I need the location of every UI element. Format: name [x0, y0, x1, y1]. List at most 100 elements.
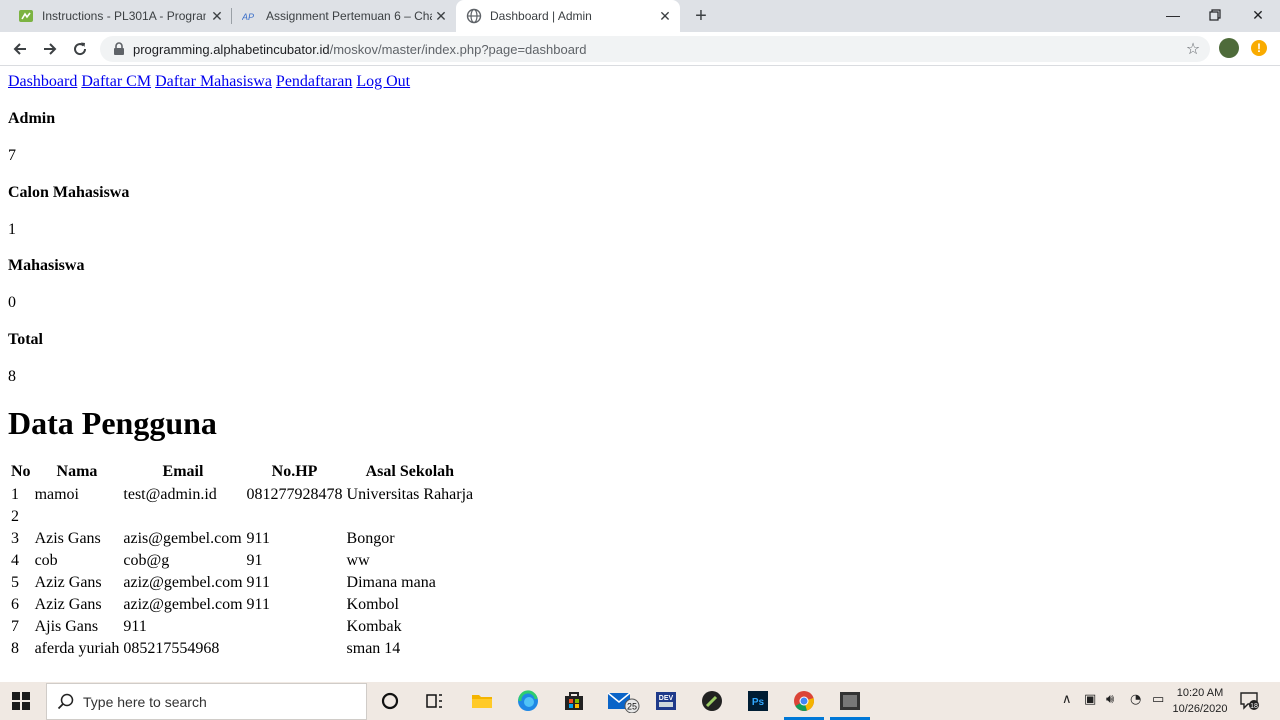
- cell-asal-sekolah: sman 14: [346, 639, 401, 657]
- task-view-icon[interactable]: [422, 689, 446, 713]
- cell-asal-sekolah: Dimana mana: [346, 573, 436, 591]
- users-table: No Nama Email No.HP Asal Sekolah 1 mamoi…: [8, 460, 476, 661]
- tab-dashboard-admin[interactable]: Dashboard | Admin ✕: [456, 0, 680, 32]
- edge-browser-icon[interactable]: [516, 689, 540, 713]
- table-row: 6 Aziz Gans aziz@gembel.com 911 Kombol: [10, 595, 474, 615]
- column-header-nohp: No.HP: [271, 463, 318, 481]
- lock-icon[interactable]: [112, 42, 126, 56]
- address-bar[interactable]: programming.alphabetincubator.id/moskov/…: [100, 36, 1210, 62]
- nav-link-dashboard[interactable]: Dashboard: [8, 73, 77, 90]
- stat-mahasiswa-label: Mahasiswa: [8, 257, 85, 274]
- cell-no: 3: [11, 529, 19, 547]
- close-window-button[interactable]: ✕: [1236, 0, 1280, 30]
- cell-asal-sekolah: Kombol: [346, 595, 399, 613]
- nav-link-daftar-cm[interactable]: Daftar CM: [81, 73, 151, 90]
- stat-total-label: Total: [8, 331, 43, 348]
- maximize-button[interactable]: [1193, 0, 1237, 30]
- tray-overflow-chevron-icon[interactable]: ∧: [1062, 692, 1072, 707]
- update-alert-badge[interactable]: !: [1251, 40, 1267, 56]
- tab-title: Assignment Pertemuan 6 – Challe: [266, 9, 432, 23]
- file-explorer-icon[interactable]: [470, 689, 494, 713]
- bookmark-star-icon[interactable]: ☆: [1184, 40, 1202, 58]
- windows-taskbar: Type here to search 25 DEV Ps ∧ ▣ 🔊︎ ◔ ▭…: [0, 682, 1280, 720]
- tab-title: Dashboard | Admin: [490, 9, 592, 23]
- back-arrow-icon[interactable]: [10, 39, 30, 59]
- profile-avatar[interactable]: [1219, 38, 1239, 58]
- cell-no: 5: [11, 573, 19, 591]
- column-header-email: Email: [162, 463, 204, 481]
- photoshop-icon[interactable]: Ps: [746, 689, 770, 713]
- cell-asal-sekolah: Bongor: [346, 529, 395, 547]
- column-header-no: No: [11, 463, 31, 481]
- table-row: 8 aferda yuriah 085217554968 sman 14: [10, 639, 474, 659]
- forward-arrow-icon[interactable]: [40, 39, 60, 59]
- wifi-icon[interactable]: ◔: [1130, 692, 1141, 707]
- cell-nohp: [246, 617, 344, 637]
- tab-close-icon[interactable]: ✕: [208, 7, 226, 25]
- search-placeholder: Type here to search: [83, 694, 207, 710]
- nav-link-logout[interactable]: Log Out: [356, 73, 410, 90]
- minimize-button[interactable]: —: [1151, 0, 1195, 30]
- tab-instructions[interactable]: Instructions - PL301A - Programm ✕: [8, 0, 230, 32]
- new-tab-button[interactable]: +: [691, 6, 711, 26]
- reload-icon[interactable]: [70, 39, 90, 59]
- table-row: 5 Aziz Gans aziz@gembel.com 911 Dimana m…: [10, 573, 474, 593]
- nav-link-pendaftaran[interactable]: Pendaftaran: [276, 73, 352, 90]
- taskbar-search-box[interactable]: Type here to search: [46, 683, 367, 720]
- table-row: 2: [10, 507, 474, 527]
- svg-text:DEV: DEV: [659, 695, 674, 702]
- tab-assignment[interactable]: AP Assignment Pertemuan 6 – Challe ✕: [232, 0, 456, 32]
- cell-email: 085217554968: [123, 639, 220, 657]
- cell-nama: Aziz Gans: [34, 595, 102, 613]
- tab-close-icon[interactable]: ✕: [656, 7, 674, 25]
- tray-app-icon[interactable]: ▣: [1084, 692, 1096, 707]
- notification-center-icon[interactable]: 18: [1240, 692, 1260, 710]
- cell-no: 6: [11, 595, 19, 613]
- battery-icon[interactable]: ▭: [1152, 692, 1164, 707]
- terminal-app-icon[interactable]: [838, 689, 862, 713]
- svg-text:AP: AP: [242, 12, 254, 22]
- restore-icon: [1209, 9, 1221, 21]
- browser-toolbar: programming.alphabetincubator.id/moskov/…: [0, 32, 1280, 66]
- pen-app-icon[interactable]: [700, 689, 724, 713]
- url-host: programming.alphabetincubator.id: [133, 42, 330, 57]
- assignment-favicon-icon: AP: [242, 12, 254, 22]
- tab-close-icon[interactable]: ✕: [432, 7, 450, 25]
- mail-badge-count: 25: [627, 702, 637, 712]
- cell-no: 1: [11, 485, 19, 503]
- nav-link-daftar-mahasiswa[interactable]: Daftar Mahasiswa: [155, 73, 272, 90]
- cell-email: aziz@gembel.com: [123, 573, 243, 591]
- stat-calon-mahasiswa-value: 1: [8, 221, 16, 238]
- url-text: programming.alphabetincubator.id/moskov/…: [133, 42, 587, 57]
- stat-total-value: 8: [8, 368, 16, 385]
- cell-email: test@admin.id: [123, 485, 217, 503]
- search-icon: [57, 693, 74, 710]
- browser-tab-bar: Instructions - PL301A - Programm ✕ AP As…: [0, 0, 1280, 32]
- cortana-icon[interactable]: [378, 689, 402, 713]
- cell-no: 8: [11, 639, 19, 657]
- dev-cpp-icon[interactable]: DEV: [654, 689, 678, 713]
- store-icon[interactable]: [562, 689, 586, 713]
- cell-nama: mamoi: [34, 485, 79, 503]
- windows-start-icon[interactable]: [12, 692, 30, 710]
- cell-nohp: 911: [246, 573, 270, 591]
- cell-nohp: 911: [246, 529, 270, 547]
- clock-time: 10:20 AM: [1176, 687, 1224, 699]
- table-row: 1 mamoi test@admin.id 081277928478 Unive…: [10, 485, 474, 505]
- globe-icon: [466, 8, 482, 24]
- chrome-icon[interactable]: [792, 689, 816, 713]
- volume-icon[interactable]: 🔊︎: [1106, 692, 1114, 707]
- cell-nohp: 081277928478: [246, 485, 343, 503]
- course-favicon-icon: [19, 10, 33, 22]
- mail-icon[interactable]: 25: [606, 689, 642, 713]
- table-row: 3 Azis Gans azis@gembel.com 911 Bongor: [10, 529, 474, 549]
- stat-mahasiswa-value: 0: [8, 294, 16, 311]
- cell-nama: Aziz Gans: [34, 573, 102, 591]
- taskbar-clock[interactable]: 10:20 AM 10/26/2020: [1170, 685, 1230, 717]
- stat-admin-label: Admin: [8, 110, 56, 127]
- column-header-asal-sekolah: Asal Sekolah: [365, 463, 455, 481]
- cell-nama: Ajis Gans: [34, 617, 99, 635]
- cell-no: 7: [11, 617, 19, 635]
- cell-nohp: 91: [246, 551, 263, 569]
- cell-asal-sekolah: Kombak: [346, 617, 402, 635]
